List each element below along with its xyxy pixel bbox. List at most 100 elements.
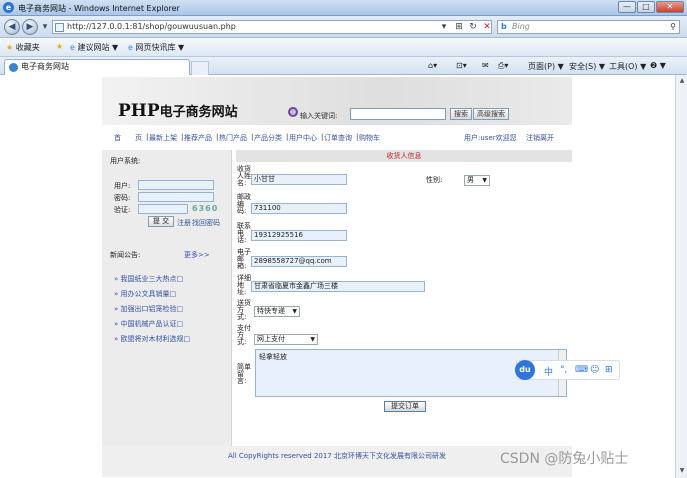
grid-icon[interactable]: ⊞ bbox=[605, 365, 613, 375]
news-item[interactable]: » 用办公文具销量□ bbox=[114, 289, 176, 299]
ie-page-icon: e bbox=[70, 43, 75, 52]
baidu-ime-icon[interactable]: du bbox=[515, 360, 535, 380]
zip-input[interactable]: 731100 bbox=[251, 203, 347, 214]
phone-label: 联系电话: bbox=[237, 222, 251, 244]
safety-menu[interactable]: 安全(S) ▼ bbox=[569, 61, 605, 72]
advanced-search-button[interactable]: 高级搜索 bbox=[473, 108, 509, 120]
forgot-password-link[interactable]: 找回密码 bbox=[192, 218, 220, 228]
login-submit-button[interactable]: 提 交 bbox=[148, 216, 174, 227]
address-input[interactable]: 甘肃省临夏市金鑫广场三楼 bbox=[251, 281, 425, 292]
browser-viewport: PHP电子商务网站 输入关键词: 搜索 高级搜索 首 页 | 最新上架 | 推荐… bbox=[4, 75, 675, 478]
page-icon bbox=[55, 23, 64, 32]
captcha-image: 6360 bbox=[192, 204, 219, 213]
shipping-label: 送货方式: bbox=[237, 299, 251, 321]
zip-label: 邮政编码: bbox=[237, 193, 251, 215]
submit-order-button[interactable]: 提交订单 bbox=[384, 401, 426, 412]
forward-button[interactable]: ▶ bbox=[22, 19, 38, 35]
payment-select[interactable]: 网上支付 ▼ bbox=[254, 334, 318, 345]
add-favorite-icon[interactable]: ★ bbox=[56, 42, 63, 51]
home-icon[interactable]: ⌂▾ bbox=[428, 61, 437, 70]
scroll-up-icon[interactable]: ▲ bbox=[678, 77, 686, 84]
scroll-down-icon[interactable]: ▼ bbox=[678, 467, 686, 474]
logo-text: PHP bbox=[118, 101, 160, 121]
logout-link[interactable]: 注销离开 bbox=[526, 133, 554, 143]
maximize-button[interactable]: □ bbox=[637, 1, 655, 13]
nav-categories[interactable]: 产品分类 bbox=[254, 133, 282, 143]
page-scrollbar[interactable]: ▲ ▼ bbox=[675, 75, 687, 478]
news-item[interactable]: » 我国纸业三大热点□ bbox=[114, 274, 183, 284]
favorites-button[interactable]: ★ 收藏夹 bbox=[6, 42, 40, 53]
browser-tab[interactable]: 电子商务网站 bbox=[4, 59, 190, 75]
search-button[interactable]: 搜索 bbox=[450, 108, 472, 120]
tab-bar: 电子商务网站 ⌂▾ ⊡▾ ✉ ⎙▾ 页面(P) ▼ 安全(S) ▼ 工具(O) … bbox=[0, 57, 687, 75]
shipping-select[interactable]: 特快专递 ▼ bbox=[254, 306, 300, 317]
news-item[interactable]: » 加强出口铝笼检验□ bbox=[114, 304, 183, 314]
nav-order-query[interactable]: 订单查询 bbox=[324, 133, 352, 143]
ime-mode[interactable]: 中 bbox=[544, 365, 553, 378]
keyword-input[interactable] bbox=[350, 108, 446, 120]
nav-home[interactable]: 首 页 bbox=[114, 133, 142, 143]
news-more-link[interactable]: 更多>> bbox=[184, 250, 210, 260]
sidebar: 用户系统: 用户: 密码: 验证: 6360 提 交 注册 找回密码 新闻公告:… bbox=[102, 150, 232, 446]
register-link[interactable]: 注册 bbox=[177, 218, 191, 228]
print-icon[interactable]: ⎙▾ bbox=[498, 61, 508, 71]
user-system-heading: 用户系统: bbox=[110, 157, 141, 165]
stop-icon[interactable]: ✕ bbox=[480, 20, 494, 34]
site-header: PHP电子商务网站 输入关键词: 搜索 高级搜索 bbox=[102, 77, 572, 125]
ie-page-icon: e bbox=[128, 43, 133, 52]
news-item[interactable]: » 中国机械产品认证□ bbox=[114, 319, 183, 329]
back-button[interactable]: ◀ bbox=[4, 19, 20, 35]
search-icon[interactable]: ⚲ bbox=[670, 21, 676, 33]
user-icon[interactable]: ☺ bbox=[590, 365, 599, 375]
gender-select[interactable]: 男 ▼ bbox=[464, 175, 490, 186]
nav-user-center[interactable]: 用户中心 bbox=[289, 133, 317, 143]
captcha-label: 验证: bbox=[114, 206, 131, 214]
url-input[interactable]: http://127.0.0.1:81/shop/gouwuusuan.php bbox=[52, 20, 492, 34]
consignee-form: 收货人信息 收货人姓名: 小甘甘 性别: 男 ▼ 邮政编码: 731100 联系电… bbox=[236, 150, 572, 446]
page-menu[interactable]: 页面(P) ▼ bbox=[528, 61, 564, 72]
nav-new-arrivals[interactable]: 最新上架 bbox=[149, 133, 177, 143]
new-tab-button[interactable] bbox=[191, 61, 209, 75]
feeds-icon[interactable]: ⊡▾ bbox=[456, 61, 467, 70]
nav-cart[interactable]: 购物车 bbox=[359, 133, 380, 143]
password-input[interactable] bbox=[138, 192, 214, 202]
gender-label: 性别: bbox=[426, 176, 443, 184]
bing-icon: b bbox=[501, 22, 507, 31]
refresh-icon[interactable]: ↻ bbox=[466, 20, 480, 34]
news-item[interactable]: » 欧盟将对木材利选规□ bbox=[114, 334, 190, 344]
gender-value: 男 bbox=[467, 176, 474, 184]
url-dropdown-icon[interactable]: ▾ bbox=[437, 20, 451, 34]
nav-hot[interactable]: 热门产品 bbox=[219, 133, 247, 143]
favorites-bar: ★ 收藏夹 ★ e 建议网站 ▼ e 网页快讯库 ▼ bbox=[0, 38, 687, 57]
logo-cn: 电子商务网站 bbox=[159, 105, 238, 120]
help-menu[interactable]: ❷ ▼ bbox=[650, 61, 666, 70]
search-label: 输入关键词: bbox=[300, 112, 338, 120]
watermark: CSDN @防兔小贴士 bbox=[500, 451, 629, 467]
name-input[interactable]: 小甘甘 bbox=[251, 174, 347, 185]
compatibility-icon[interactable]: ⊞ bbox=[452, 20, 466, 34]
search-placeholder: Bing bbox=[512, 22, 530, 31]
mail-icon[interactable]: ✉ bbox=[482, 61, 489, 70]
username-label: 用户: bbox=[114, 182, 131, 190]
favorites-label: 收藏夹 bbox=[15, 43, 40, 52]
minimize-button[interactable]: — bbox=[618, 1, 636, 13]
dropdown-icon[interactable]: ▾ bbox=[38, 20, 52, 34]
ime-toolbar[interactable]: du 中 °, ⌨ ☺ ⊞ bbox=[515, 360, 620, 380]
nav-recommended[interactable]: 推荐产品 bbox=[184, 133, 212, 143]
window-titlebar: e 电子商务网站 - Windows Internet Explorer — □… bbox=[0, 0, 687, 16]
address-bar: ◀ ▶ ▾ http://127.0.0.1:81/shop/gouwuusua… bbox=[0, 16, 687, 38]
email-input[interactable]: 2898558727@qq.com bbox=[251, 256, 347, 267]
ie-logo-icon: e bbox=[3, 2, 14, 13]
tools-menu[interactable]: 工具(O) ▼ bbox=[609, 61, 646, 72]
web-slice-gallery-link[interactable]: e 网页快讯库 ▼ bbox=[128, 42, 184, 53]
search-input[interactable]: b Bing ⚲ bbox=[497, 20, 680, 34]
close-button[interactable]: ✕ bbox=[656, 1, 684, 13]
punctuation-icon[interactable]: °, bbox=[560, 365, 567, 375]
site-nav: 首 页 | 最新上架 | 推荐产品 | 热门产品 | 产品分类 | 用户中心 |… bbox=[114, 133, 554, 143]
web-slice-label: 网页快讯库 ▼ bbox=[135, 43, 185, 52]
captcha-input[interactable] bbox=[138, 204, 188, 214]
suggested-sites-link[interactable]: e 建议网站 ▼ bbox=[70, 42, 118, 53]
username-input[interactable] bbox=[138, 180, 214, 190]
phone-input[interactable]: 19312925516 bbox=[251, 230, 347, 241]
keyboard-icon[interactable]: ⌨ bbox=[575, 365, 588, 375]
